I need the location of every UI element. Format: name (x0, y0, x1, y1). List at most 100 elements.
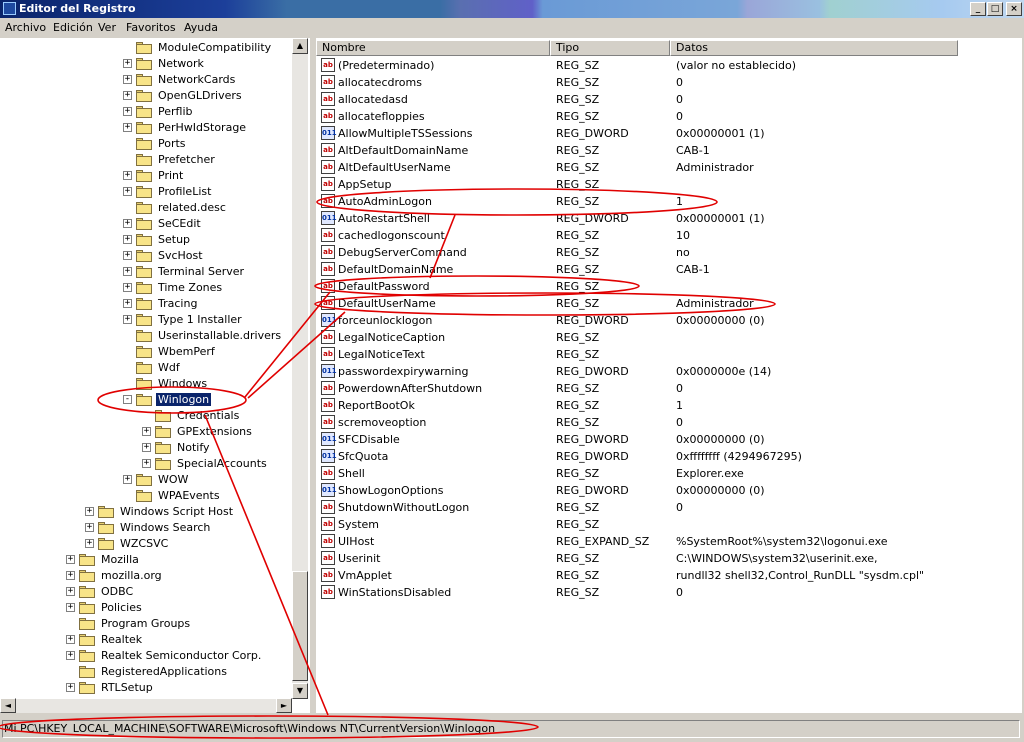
value-row[interactable]: ab AppSetup REG_SZ (316, 176, 1022, 193)
expand-icon[interactable]: + (123, 59, 132, 68)
expand-icon[interactable]: + (123, 171, 132, 180)
menu-archivo[interactable]: Archivo (5, 21, 46, 34)
scroll-up-icon[interactable]: ▲ (292, 38, 308, 54)
value-row[interactable]: 011 SFCDisable REG_DWORD 0x00000000 (0) (316, 431, 1022, 448)
value-row[interactable]: ab cachedlogonscount REG_SZ 10 (316, 227, 1022, 244)
value-row[interactable]: 011 passwordexpirywarning REG_DWORD 0x00000… (316, 363, 1022, 380)
folder-icon (79, 650, 95, 662)
value-row[interactable]: ab UIHost REG_EXPAND_SZ %SystemRoot%\system… (316, 533, 1022, 550)
minimize-button[interactable]: _ (970, 2, 986, 16)
expand-icon[interactable]: + (66, 571, 75, 580)
menu-ver[interactable]: Ver (98, 21, 116, 34)
tree-node-label: RegisteredApplications (101, 665, 227, 678)
expand-icon[interactable]: + (142, 459, 151, 468)
scroll-left-icon[interactable]: ◄ (0, 698, 16, 713)
value-row[interactable]: ab PowerdownAfterShutdown REG_SZ 0 (316, 380, 1022, 397)
folder-icon (155, 410, 171, 422)
menu-ayuda[interactable]: Ayuda (184, 21, 218, 34)
value-row[interactable]: ab scremoveoption REG_SZ 0 (316, 414, 1022, 431)
expand-icon[interactable]: + (123, 283, 132, 292)
value-name: allocatedasd (338, 93, 408, 106)
collapse-icon[interactable]: - (123, 395, 132, 404)
folder-icon (79, 554, 95, 566)
expand-icon[interactable]: + (123, 123, 132, 132)
value-row[interactable]: 011 AutoRestartShell REG_DWORD 0x00000001 (… (316, 210, 1022, 227)
expand-icon[interactable]: + (66, 683, 75, 692)
value-row[interactable]: 011 AllowMultipleTSSessions REG_DWORD 0x000… (316, 125, 1022, 142)
expand-icon[interactable]: + (142, 443, 151, 452)
tree-node-label: Realtek Semiconductor Corp. (101, 649, 262, 662)
value-row[interactable]: ab allocatedasd REG_SZ 0 (316, 91, 1022, 108)
expand-icon[interactable]: + (123, 235, 132, 244)
value-row[interactable]: ab DefaultDomainName REG_SZ CAB-1 (316, 261, 1022, 278)
value-row[interactable]: ab WinStationsDisabled REG_SZ 0 (316, 584, 1022, 601)
expand-icon[interactable]: + (123, 187, 132, 196)
expand-icon[interactable]: + (85, 539, 94, 548)
expand-icon[interactable]: + (142, 427, 151, 436)
expand-icon[interactable]: + (85, 523, 94, 532)
folder-icon (136, 122, 152, 134)
expand-icon[interactable]: + (123, 315, 132, 324)
expand-icon[interactable]: + (123, 251, 132, 260)
value-row[interactable]: 011 SfcQuota REG_DWORD 0xffffffff (42949672… (316, 448, 1022, 465)
value-row[interactable]: ab LegalNoticeText REG_SZ (316, 346, 1022, 363)
tree-horizontal-scrollbar[interactable]: ◄ ► (0, 698, 292, 713)
value-name: UIHost (338, 535, 375, 548)
column-header-datos[interactable]: Datos (670, 40, 958, 56)
folder-icon (136, 58, 152, 70)
expand-icon[interactable]: + (123, 91, 132, 100)
expand-icon[interactable]: + (123, 475, 132, 484)
expand-icon[interactable]: + (66, 651, 75, 660)
value-type: REG_SZ (556, 552, 600, 565)
scroll-thumb[interactable] (292, 571, 308, 681)
value-row[interactable]: ab LegalNoticeCaption REG_SZ (316, 329, 1022, 346)
value-row[interactable]: ab Shell REG_SZ Explorer.exe (316, 465, 1022, 482)
expand-icon[interactable]: + (123, 219, 132, 228)
expand-icon[interactable]: + (123, 267, 132, 276)
value-row[interactable]: ab (Predeterminado) REG_SZ (valor no establ… (316, 57, 1022, 74)
value-type: REG_DWORD (556, 450, 629, 463)
tree-vertical-scrollbar[interactable]: ▲ ▼ (292, 38, 308, 699)
scroll-down-icon[interactable]: ▼ (292, 683, 308, 699)
value-row[interactable]: ab AltDefaultUserName REG_SZ Administrador (316, 159, 1022, 176)
value-name: ShowLogonOptions (338, 484, 444, 497)
menu-favoritos[interactable]: Favoritos (126, 21, 176, 34)
value-row[interactable]: ab ShutdownWithoutLogon REG_SZ 0 (316, 499, 1022, 516)
value-row[interactable]: ab allocatefloppies REG_SZ 0 (316, 108, 1022, 125)
expand-icon[interactable]: + (123, 299, 132, 308)
column-header-tipo[interactable]: Tipo (550, 40, 670, 56)
value-row[interactable]: ab System REG_SZ (316, 516, 1022, 533)
tree-node-label: Prefetcher (158, 153, 215, 166)
value-row[interactable]: ab AltDefaultDomainName REG_SZ CAB-1 (316, 142, 1022, 159)
value-type: REG_SZ (556, 229, 600, 242)
expand-icon[interactable]: + (66, 603, 75, 612)
value-row[interactable]: ab AutoAdminLogon REG_SZ 1 (316, 193, 1022, 210)
value-row[interactable]: ab VmApplet REG_SZ rundll32 shell32,Control… (316, 567, 1022, 584)
value-row[interactable]: ab DebugServerCommand REG_SZ no (316, 244, 1022, 261)
value-row[interactable]: ab Userinit REG_SZ C:\WINDOWS\system32\user… (316, 550, 1022, 567)
value-row[interactable]: ab ReportBootOk REG_SZ 1 (316, 397, 1022, 414)
value-row[interactable]: ab DefaultPassword REG_SZ (316, 278, 1022, 295)
folder-icon (155, 426, 171, 438)
column-header-nombre[interactable]: Nombre (316, 40, 550, 56)
close-button[interactable]: × (1006, 2, 1022, 16)
value-row[interactable]: ab allocatecdroms REG_SZ 0 (316, 74, 1022, 91)
expand-icon[interactable]: + (66, 555, 75, 564)
value-row[interactable]: 011 forceunlocklogon REG_DWORD 0x00000000 (… (316, 312, 1022, 329)
value-type: REG_SZ (556, 110, 600, 123)
expand-icon[interactable]: + (123, 75, 132, 84)
value-name: System (338, 518, 380, 531)
title-bar[interactable]: Editor del Registro _ □ × (0, 0, 1024, 18)
value-row[interactable]: ab DefaultUserName REG_SZ Administrador (316, 295, 1022, 312)
expand-icon[interactable]: + (66, 635, 75, 644)
menu-edicion[interactable]: Edición (53, 21, 93, 34)
expand-icon[interactable]: + (85, 507, 94, 516)
value-row[interactable]: 011 ShowLogonOptions REG_DWORD 0x00000000 (… (316, 482, 1022, 499)
expand-icon[interactable]: + (123, 107, 132, 116)
maximize-button[interactable]: □ (987, 2, 1003, 16)
scroll-right-icon[interactable]: ► (276, 698, 292, 713)
expand-icon[interactable]: + (66, 587, 75, 596)
value-data: (valor no establecido) (676, 59, 797, 72)
values-list[interactable]: Nombre Tipo Datos ab (Predeterminado) REG_… (316, 38, 1022, 713)
registry-tree-pane[interactable]: ModuleCompatibility + Network + NetworkCards… (0, 38, 312, 713)
